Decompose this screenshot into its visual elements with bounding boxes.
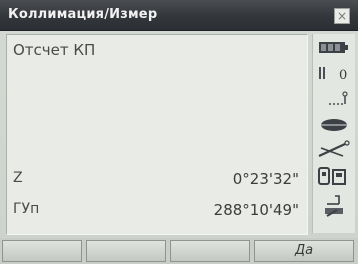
horizontal-angle-value: 288°10'49": [213, 201, 299, 219]
softkey-bar: Да: [0, 238, 358, 264]
measurement-panel: Отсчет КП Z 0°23'32" ГУп 288°10'49": [6, 34, 308, 235]
prism-constant-text: 0: [339, 68, 347, 83]
softkey-f1[interactable]: [2, 240, 82, 262]
prism-constant-icon: [315, 88, 353, 110]
softkey-f3[interactable]: [170, 240, 250, 262]
battery-icon: [315, 36, 353, 58]
softkey-yes-button[interactable]: Да: [254, 240, 354, 262]
horizontal-angle-label: ГУп: [13, 201, 40, 217]
status-panel: 0: [312, 34, 355, 233]
screen-heading: Отсчет КП: [13, 41, 96, 59]
instrument-screen: Коллимация/Измер × Отсчет КП Z 0°23'32" …: [0, 0, 358, 264]
zenith-angle-label: Z: [13, 170, 23, 186]
input-mode-icon[interactable]: [315, 192, 353, 217]
tilt-icon[interactable]: [315, 138, 353, 160]
zenith-angle-value: 0°23'32": [232, 170, 299, 188]
close-button[interactable]: ×: [334, 8, 350, 24]
softkey-f2[interactable]: [86, 240, 166, 262]
title-bar: Коллимация/Измер ×: [0, 0, 358, 31]
prism-icon[interactable]: 0: [315, 62, 353, 84]
window-title: Коллимация/Измер: [8, 7, 158, 22]
memory-icon: [315, 164, 353, 186]
laser-icon[interactable]: [315, 114, 353, 136]
